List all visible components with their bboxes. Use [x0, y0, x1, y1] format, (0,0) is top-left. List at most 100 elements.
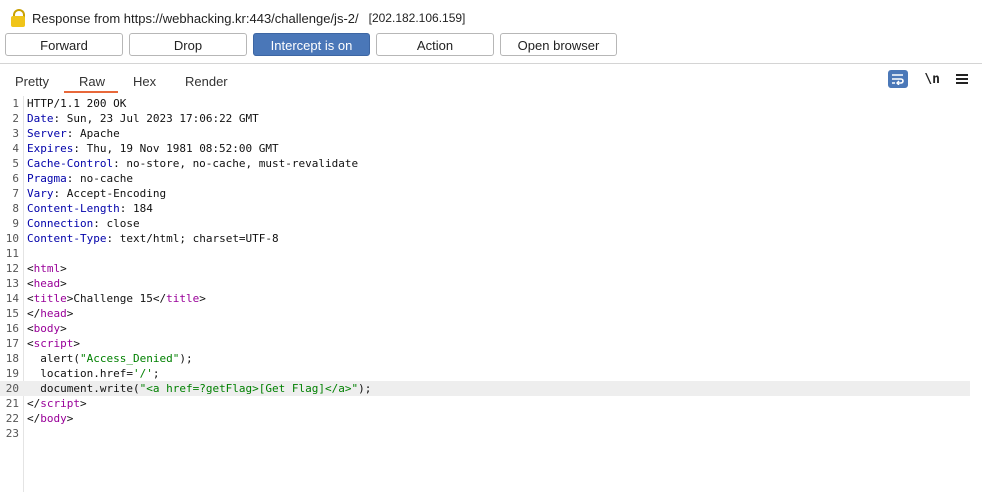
line-text: <html> — [27, 261, 67, 276]
code-line[interactable]: 20 document.write("<a href=?getFlag>[Get… — [0, 381, 970, 396]
code-line[interactable]: 14 <title>Challenge 15</title> — [0, 291, 970, 306]
open-browser-button[interactable]: Open browser — [500, 33, 617, 56]
line-number: 11 — [5, 247, 19, 260]
line-text: Expires: Thu, 19 Nov 1981 08:52:00 GMT — [27, 141, 279, 156]
code-line[interactable]: 4 Expires: Thu, 19 Nov 1981 08:52:00 GMT — [0, 141, 970, 156]
code-line[interactable]: 7 Vary: Accept-Encoding — [0, 186, 970, 201]
code-token: head — [40, 307, 67, 320]
code-line[interactable]: 8 Content-Length: 184 — [0, 201, 970, 216]
code-token: title — [33, 292, 67, 305]
line-text: document.write("<a href=?getFlag>[Get Fl… — [27, 381, 371, 396]
code-token: : Thu, 19 Nov 1981 08:52:00 GMT — [73, 142, 279, 155]
code-token: "<a href=?getFlag>[Get Flag]</a>" — [139, 382, 359, 395]
code-token: > — [80, 397, 87, 410]
view-tabs: Pretty Raw Hex Render — [0, 64, 982, 94]
code-token: : Apache — [66, 127, 120, 140]
forward-button[interactable]: Forward — [5, 33, 123, 56]
code-line[interactable]: 11 — [0, 246, 970, 261]
line-text: Cache-Control: no-store, no-cache, must-… — [27, 156, 358, 171]
code-line[interactable]: 6 Pragma: no-cache — [0, 171, 970, 186]
code-token: ); — [358, 382, 372, 395]
code-token: ); — [179, 352, 193, 365]
newline-toggle-icon[interactable]: \n — [924, 72, 940, 87]
code-line[interactable]: 1 HTTP/1.1 200 OK — [0, 96, 970, 111]
code-line[interactable]: 21 </script> — [0, 396, 970, 411]
intercept-toolbar: Forward Drop Intercept is on Action Open… — [5, 33, 617, 56]
code-token: Cache-Control — [27, 157, 114, 170]
intercept-toggle-button[interactable]: Intercept is on — [253, 33, 370, 56]
menu-icon[interactable] — [956, 74, 968, 84]
code-line[interactable]: 22 </body> — [0, 411, 970, 426]
line-text: Content-Length: 184 — [27, 201, 153, 216]
line-number: 7 — [12, 187, 19, 200]
line-number: 6 — [12, 172, 19, 185]
line-number: 22 — [5, 412, 19, 425]
line-number: 12 — [5, 262, 19, 275]
code-token: Date — [27, 112, 54, 125]
code-token: : no-cache — [66, 172, 133, 185]
line-number: 23 — [5, 427, 19, 440]
tab-raw[interactable]: Raw — [79, 74, 105, 89]
code-token: body — [40, 412, 67, 425]
line-number: 21 — [5, 397, 19, 410]
word-wrap-icon[interactable] — [888, 70, 909, 88]
line-number: 19 — [5, 367, 19, 380]
action-button[interactable]: Action — [376, 33, 494, 56]
line-text: </head> — [27, 306, 73, 321]
code-token: : text/html; charset=UTF-8 — [106, 232, 279, 245]
code-line[interactable]: 10 Content-Type: text/html; charset=UTF-8 — [0, 231, 970, 246]
line-text: </script> — [27, 396, 87, 411]
line-number: 4 — [12, 142, 19, 155]
code-token: > — [66, 307, 74, 320]
line-number: 3 — [12, 127, 19, 140]
code-line[interactable]: 13 <head> — [0, 276, 970, 291]
lock-icon — [10, 9, 26, 27]
code-token: > — [60, 277, 67, 290]
code-token: </ — [27, 307, 41, 320]
response-editor[interactable]: 1 HTTP/1.1 200 OK 2 Date: Sun, 23 Jul 2023 … — [0, 96, 982, 492]
line-number: 8 — [12, 202, 19, 215]
code-token: > — [199, 292, 206, 305]
line-text: Vary: Accept-Encoding — [27, 186, 166, 201]
code-token: title — [166, 292, 200, 305]
code-line[interactable]: 19 location.href='/'; — [0, 366, 970, 381]
code-line[interactable]: 18 alert("Access_Denied"); — [0, 351, 970, 366]
line-number: 17 — [5, 337, 19, 350]
editor-tools: \n — [888, 70, 968, 88]
code-token: Pragma — [27, 172, 67, 185]
line-text: Connection: close — [27, 216, 140, 231]
code-token: : no-store, no-cache, must-revalidate — [113, 157, 359, 170]
code-token: > — [73, 337, 80, 350]
code-token: script — [33, 337, 74, 350]
code-token: HTTP/1.1 200 OK — [27, 97, 127, 110]
code-line[interactable]: 5 Cache-Control: no-store, no-cache, must… — [0, 156, 970, 171]
code-line[interactable]: 12 <html> — [0, 261, 970, 276]
tab-pretty[interactable]: Pretty — [15, 74, 49, 89]
server-ip: [202.182.106.159] — [368, 11, 466, 25]
code-line[interactable]: 2 Date: Sun, 23 Jul 2023 17:06:22 GMT — [0, 111, 970, 126]
code-token: : Accept-Encoding — [53, 187, 167, 200]
code-token: ; — [152, 367, 160, 380]
code-line[interactable]: 3 Server: Apache — [0, 126, 970, 141]
code-line[interactable]: 15 </head> — [0, 306, 970, 321]
line-text: HTTP/1.1 200 OK — [27, 96, 126, 111]
code-line[interactable]: 16 <body> — [0, 321, 970, 336]
line-text: Pragma: no-cache — [27, 171, 133, 186]
drop-button[interactable]: Drop — [129, 33, 247, 56]
response-header: Response from https://webhacking.kr:443/… — [10, 8, 465, 28]
code-token: < — [27, 322, 34, 335]
code-line[interactable]: 23 — [0, 426, 970, 441]
code-token: Expires — [27, 142, 74, 155]
line-number: 18 — [5, 352, 19, 365]
code-token: : close — [93, 217, 140, 230]
code-token: body — [33, 322, 61, 335]
line-number: 2 — [12, 112, 19, 125]
tab-hex[interactable]: Hex — [133, 74, 156, 89]
line-text: location.href='/'; — [27, 366, 159, 381]
line-number: 5 — [12, 157, 19, 170]
code-line[interactable]: 9 Connection: close — [0, 216, 970, 231]
code-line[interactable]: 17 <script> — [0, 336, 970, 351]
code-token: Content-Length — [27, 202, 120, 215]
code-token: >Challenge 15</ — [66, 292, 167, 305]
tab-render[interactable]: Render — [185, 74, 228, 89]
